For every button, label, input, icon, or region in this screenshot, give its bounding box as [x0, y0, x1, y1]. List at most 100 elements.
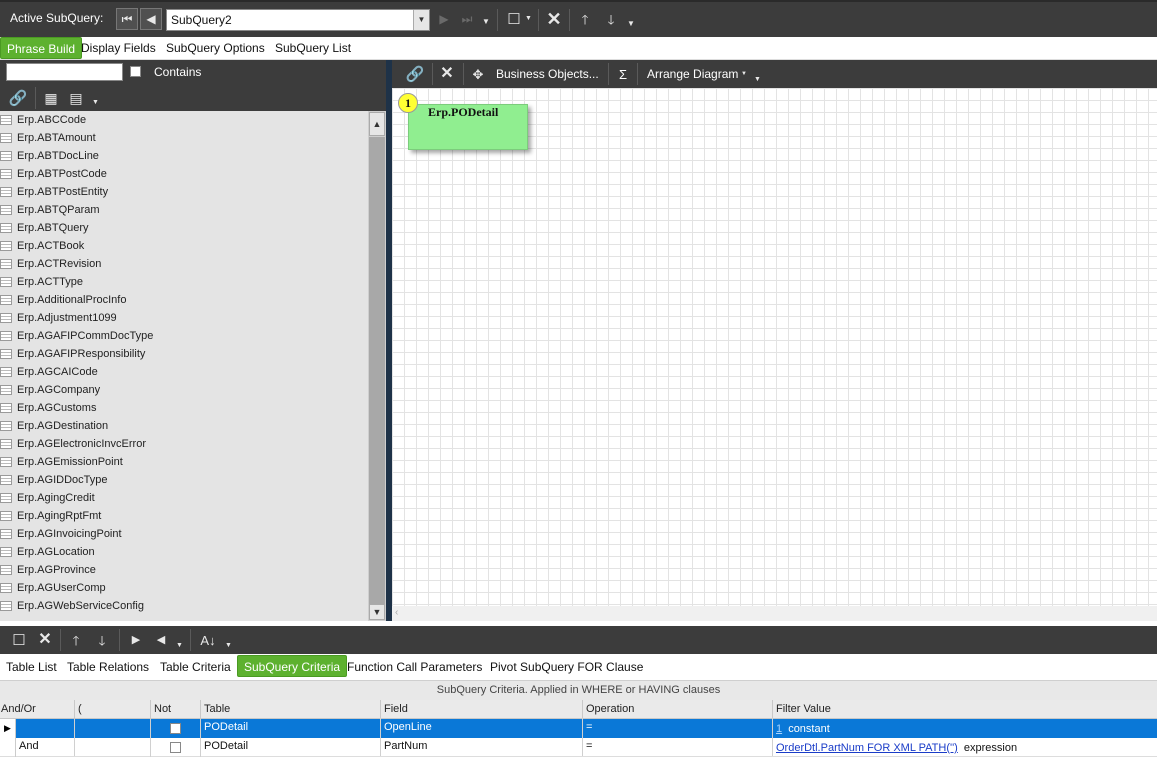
tab-subquery-criteria[interactable]: SubQuery Criteria [237, 655, 348, 677]
tab-phrase-build[interactable]: Phrase Build [0, 37, 83, 59]
list-item[interactable]: Erp.AGCompany [0, 381, 366, 399]
table-filter-input[interactable] [6, 63, 123, 81]
list-item[interactable]: Erp.AGAFIPResponsibility [0, 345, 366, 363]
cell-field[interactable]: OpenLine [381, 718, 583, 737]
list-item[interactable]: Erp.AGElectronicInvcError [0, 435, 366, 453]
cell-not[interactable] [151, 719, 201, 738]
list-item[interactable]: Erp.AGWebServiceConfig [0, 597, 366, 615]
indent-dropdown-icon[interactable]: ▼ [176, 642, 183, 649]
tab-pivot-subquery[interactable]: Pivot SubQuery FOR Clause [484, 656, 649, 678]
table-node[interactable]: Erp.PODetail [408, 104, 528, 150]
previous-record-icon[interactable]: ◀ [140, 8, 162, 30]
move-up-icon[interactable]: 🡑 [68, 632, 84, 648]
tab-function-call-parameters[interactable]: Function Call Parameters [341, 656, 488, 678]
cell-not[interactable] [151, 738, 201, 757]
indent-right-icon[interactable]: ▶ [128, 632, 144, 648]
list-item[interactable]: Erp.AgingCredit [0, 489, 366, 507]
move-down-icon[interactable]: 🡓 [603, 11, 619, 27]
cell-filter-value[interactable]: 1 constant [773, 720, 1157, 739]
overflow-chevron-icon[interactable]: ▼ [482, 18, 490, 26]
new-criteria-icon[interactable]: ☐ [10, 631, 28, 649]
list-item[interactable]: Erp.AGEmissionPoint [0, 453, 366, 471]
indent-left-icon[interactable]: ◀ [153, 632, 169, 648]
list-item[interactable]: Erp.ABTPostCode [0, 165, 366, 183]
arrange-diagram-button[interactable]: Arrange Diagram [647, 67, 738, 81]
list-item[interactable]: Erp.AGLocation [0, 543, 366, 561]
cell-table[interactable]: PODetail [201, 737, 381, 756]
remove-table-icon[interactable]: ✕ [438, 65, 456, 83]
list-item[interactable]: Erp.AGUserComp [0, 579, 366, 597]
link-icon[interactable]: 🔗 [406, 65, 425, 83]
list-item[interactable]: Erp.AGAFIPCommDocType [0, 327, 366, 345]
cell-filter-value[interactable]: OrderDtl.PartNum FOR XML PATH('') expres… [773, 739, 1157, 758]
delete-criteria-icon[interactable]: ✕ [36, 631, 54, 649]
cell-field[interactable]: PartNum [381, 737, 583, 756]
tab-table-criteria[interactable]: Table Criteria [154, 656, 237, 678]
list-item[interactable]: Erp.AGDestination [0, 417, 366, 435]
sort-dropdown-icon[interactable]: ▼ [225, 642, 232, 649]
col-andor[interactable]: And/Or [0, 700, 75, 719]
col-table[interactable]: Table [201, 700, 381, 719]
tab-subquery-list[interactable]: SubQuery List [269, 37, 357, 59]
list-item[interactable]: Erp.ABTQuery [0, 219, 366, 237]
list-item[interactable]: Erp.ABTPostEntity [0, 183, 366, 201]
list-item[interactable]: Erp.ABTQParam [0, 201, 366, 219]
list-item[interactable]: Erp.AGProvince [0, 561, 366, 579]
cell-operation[interactable]: = [583, 718, 773, 737]
chevron-down-icon[interactable]: ▼ [413, 10, 429, 30]
filter-value-link[interactable]: OrderDtl.PartNum FOR XML PATH('') [776, 742, 958, 754]
table-row[interactable]: ▶ PODetail OpenLine = 1 constant [0, 718, 1157, 739]
link-icon[interactable]: 🔗 [9, 89, 28, 107]
scroll-left-icon[interactable]: ‹ [395, 607, 398, 618]
list-item[interactable]: Erp.ABTDocLine [0, 147, 366, 165]
list-item[interactable]: Erp.AgingRptFmt [0, 507, 366, 525]
not-checkbox[interactable] [170, 741, 181, 753]
scroll-thumb[interactable] [369, 137, 385, 607]
tab-table-list[interactable]: Table List [0, 656, 63, 678]
scroll-down-icon[interactable]: ▼ [369, 604, 385, 620]
arrange-dropdown-icon[interactable]: ▼ [741, 71, 747, 77]
cell-andor[interactable] [16, 719, 75, 738]
cell-paren[interactable] [75, 719, 151, 738]
next-record-icon[interactable]: ▶ [433, 8, 455, 30]
business-objects-button[interactable]: Business Objects... [496, 67, 599, 81]
col-paren[interactable]: ( [75, 700, 151, 719]
list-item[interactable]: Erp.Adjustment1099 [0, 309, 366, 327]
sort-icon[interactable]: A↓ [198, 631, 218, 649]
cell-andor[interactable]: And [16, 737, 75, 756]
cell-operation[interactable]: = [583, 737, 773, 756]
calculator-menu-icon[interactable]: ▤ [67, 89, 85, 107]
cell-paren[interactable] [75, 738, 151, 757]
calculator-icon[interactable]: ▦ [42, 89, 60, 107]
list-item[interactable]: Erp.AGCAICode [0, 363, 366, 381]
sigma-button[interactable]: Σ [619, 67, 627, 82]
list-item[interactable]: Erp.ACTRevision [0, 255, 366, 273]
table-list-scrollbar[interactable]: ▲ ▼ [368, 111, 386, 621]
delete-icon[interactable]: ✕ [544, 9, 564, 29]
col-not[interactable]: Not [151, 700, 201, 719]
not-checkbox[interactable] [170, 722, 181, 734]
contains-checkbox[interactable] [130, 66, 141, 77]
diagram-hscroll[interactable]: ‹ [392, 606, 1157, 621]
diagram-canvas[interactable]: Erp.PODetail 1 [392, 88, 1157, 606]
subquery-select[interactable]: SubQuery2 ▼ [166, 9, 430, 31]
list-item[interactable]: Erp.ABCCode [0, 111, 366, 129]
filter-value-link[interactable]: 1 [776, 723, 782, 735]
new-icon[interactable]: ☐ [505, 10, 523, 28]
move-down-icon[interactable]: 🡓 [94, 632, 110, 648]
first-record-icon[interactable]: ⏮ [116, 8, 138, 30]
move-up-icon[interactable]: 🡑 [577, 11, 593, 27]
list-item[interactable]: Erp.AGIDDocType [0, 471, 366, 489]
list-item[interactable]: Erp.ACTBook [0, 237, 366, 255]
business-objects-icon[interactable]: ✥ [470, 66, 486, 82]
list-item[interactable]: Erp.ACTType [0, 273, 366, 291]
calculator-dropdown-icon[interactable]: ▼ [92, 99, 99, 106]
cell-table[interactable]: PODetail [201, 718, 381, 737]
new-dropdown-icon[interactable]: ▼ [525, 15, 532, 22]
list-item[interactable]: Erp.ABTAmount [0, 129, 366, 147]
tab-subquery-options[interactable]: SubQuery Options [160, 37, 271, 59]
tab-table-relations[interactable]: Table Relations [61, 656, 155, 678]
col-filter-value[interactable]: Filter Value [773, 700, 1157, 719]
col-field[interactable]: Field [381, 700, 583, 719]
list-item[interactable]: Erp.AGInvoicingPoint [0, 525, 366, 543]
